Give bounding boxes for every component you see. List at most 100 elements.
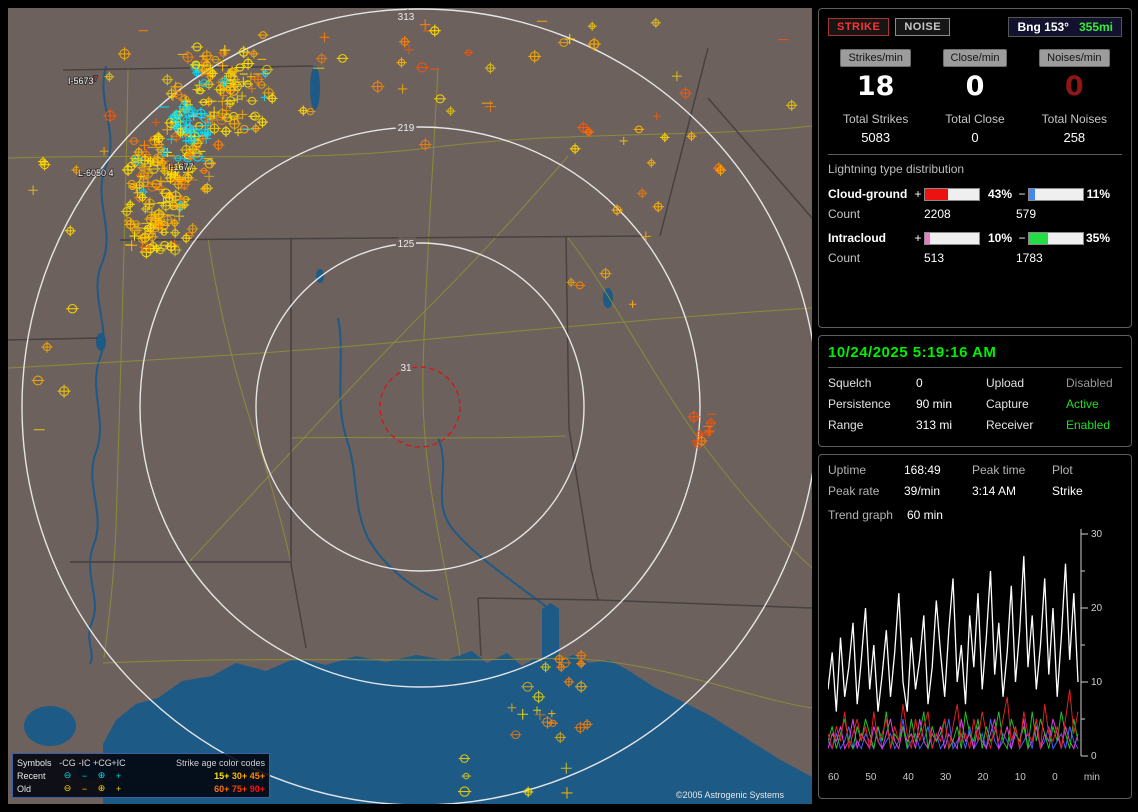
- minus-icon: −: [81, 770, 88, 781]
- ic-plus-count: 513: [924, 251, 945, 265]
- squelch-label: Squelch: [828, 376, 872, 390]
- status-box: 10/24/2025 5:19:16 AM Squelch 0 Upload D…: [818, 335, 1132, 447]
- age-30: 30+: [231, 770, 248, 781]
- close-rate-column: Close/min 0 Total Close 0: [927, 49, 1022, 145]
- noises-per-min-value: 0: [1064, 71, 1084, 102]
- trend-graph-canvas: 0 10 20 30: [828, 526, 1120, 771]
- lightning-map[interactable]: 313 219 125 31 I-56737 L-6050 4 I-1677 Symbols…: [8, 8, 812, 804]
- upload-label: Upload: [986, 376, 1025, 390]
- cg-minus-count: 579: [1016, 207, 1037, 221]
- age-60: 60+: [214, 783, 230, 794]
- svg-text:0: 0: [1091, 751, 1097, 762]
- peak-time-value: 3:14 AM: [972, 484, 1017, 498]
- legend-recent-label: Recent: [17, 770, 46, 781]
- svg-text:L-6050 4: L-6050 4: [78, 168, 114, 178]
- cg-minus-pct: 11%: [1086, 187, 1110, 201]
- minus-sign: −: [1018, 231, 1026, 245]
- noises-per-min-label: Noises/min: [1039, 49, 1110, 67]
- noises-rate-column: Noises/min 0 Total Noises 258: [1027, 49, 1122, 145]
- plus-sign: +: [914, 187, 922, 201]
- uptime-label: Uptime: [828, 463, 867, 477]
- uptime-grid: Uptime 168:49 Peak time Plot Peak rate 3…: [828, 463, 1122, 498]
- divider: [828, 154, 1122, 155]
- legend-col--cg: -CG: [59, 757, 76, 768]
- legend-recent-row: Recent ⊖ − ⊕ + 15+ 30+ 45+: [17, 769, 265, 782]
- trend-graph: 0 10 20 30 60 50 40 30 20 10 0 min: [828, 526, 1122, 783]
- minus-icon: −: [81, 783, 88, 794]
- stats-box: STRIKE NOISE Bng 153° 355mi Strikes/min …: [818, 8, 1132, 328]
- svg-text:219: 219: [398, 123, 415, 134]
- bearing-readout: Bng 153° 355mi: [1008, 17, 1122, 37]
- copyright-text: ©2005 Astrogenic Systems: [675, 790, 784, 800]
- cloud-ground-row: Cloud-ground + 43% − 11%: [828, 184, 1122, 204]
- bearing-value: Bng 153°: [1017, 20, 1069, 34]
- minus-sign: −: [1018, 187, 1026, 201]
- age-75: 75+: [231, 783, 248, 794]
- strikes-per-min-value: 18: [856, 71, 895, 102]
- svg-text:I-1677: I-1677: [168, 162, 194, 172]
- trend-graph-header: Trend graph 60 min: [828, 508, 1122, 522]
- receiver-label: Receiver: [986, 418, 1034, 432]
- circle-minus-icon: ⊖: [63, 783, 72, 793]
- total-noises-value: 258: [1063, 130, 1086, 145]
- count-label: Count: [828, 207, 861, 221]
- cg-plus-bar: [924, 187, 980, 201]
- count-label: Count: [828, 251, 861, 265]
- upload-status: Disabled: [1066, 376, 1113, 390]
- strike-indicator-button[interactable]: STRIKE: [828, 18, 890, 36]
- legend-age-title: Strike age color codes: [175, 757, 265, 768]
- strikes-rate-column: Strikes/min 18 Total Strikes 5083: [828, 49, 923, 145]
- plot-value: Strike: [1052, 484, 1083, 498]
- total-strikes-value: 5083: [861, 130, 891, 145]
- squelch-value: 0: [916, 376, 923, 390]
- total-noises-label: Total Noises: [1041, 112, 1108, 126]
- ic-minus-count: 1783: [1016, 251, 1043, 265]
- legend-symbols-title: Symbols: [17, 757, 52, 768]
- divider: [828, 367, 1122, 368]
- strikes-per-min-label: Strikes/min: [840, 49, 911, 67]
- trend-box: Uptime 168:49 Peak time Plot Peak rate 3…: [818, 454, 1132, 799]
- range-label: Range: [828, 418, 864, 432]
- legend-col-+ic: +IC: [111, 757, 126, 768]
- cg-plus-count: 2208: [924, 207, 951, 221]
- circle-plus-icon: ⊕: [97, 783, 106, 793]
- datetime-display: 10/24/2025 5:19:16 AM: [828, 344, 997, 361]
- plus-sign: +: [914, 231, 922, 245]
- total-strikes-label: Total Strikes: [842, 112, 909, 126]
- intracloud-count-row: Count 513 1783: [828, 248, 1122, 268]
- age-90: 90+: [249, 783, 265, 794]
- strike-legend: Symbols -CG -IC +CG +IC Strike age color…: [12, 753, 270, 798]
- map-canvas[interactable]: 313 219 125 31 I-56737 L-6050 4 I-1677: [8, 8, 812, 804]
- legend-col--ic: -IC: [78, 757, 91, 768]
- legend-old-row: Old ⊖ − ⊕ + 60+ 75+ 90+: [17, 782, 265, 795]
- cg-plus-pct: 43%: [987, 187, 1012, 201]
- plus-icon: +: [115, 783, 122, 794]
- ic-minus-pct: 35%: [1085, 231, 1110, 245]
- age-15: 15+: [214, 770, 230, 781]
- close-per-min-label: Close/min: [942, 49, 1008, 67]
- bearing-range-value: 355mi: [1078, 20, 1113, 34]
- capture-label: Capture: [986, 397, 1029, 411]
- cg-minus-bar: [1028, 187, 1084, 201]
- legend-col-+cg: +CG: [93, 757, 112, 768]
- total-close-label: Total Close: [945, 112, 1005, 126]
- age-45: 45+: [249, 770, 265, 781]
- svg-text:10: 10: [1091, 677, 1103, 688]
- noise-indicator-button[interactable]: NOISE: [895, 18, 951, 36]
- rate-counters: Strikes/min 18 Total Strikes 5083 Close/…: [828, 49, 1122, 145]
- ic-minus-bar: [1028, 231, 1084, 245]
- persistence-label: Persistence: [828, 397, 891, 411]
- persistence-value: 90 min: [916, 397, 953, 411]
- capture-status: Active: [1066, 397, 1099, 411]
- plot-label: Plot: [1052, 463, 1073, 477]
- close-per-min-value: 0: [965, 71, 985, 102]
- range-value: 313 mi: [916, 418, 953, 432]
- svg-text:I-56737: I-56737: [68, 76, 98, 86]
- uptime-value: 168:49: [904, 463, 941, 477]
- ic-plus-pct: 10%: [987, 231, 1012, 245]
- legend-old-label: Old: [17, 783, 32, 794]
- legend-header-row: Symbols -CG -IC +CG +IC Strike age color…: [17, 756, 265, 769]
- svg-text:30: 30: [1091, 529, 1103, 540]
- cloud-ground-label: Cloud-ground: [828, 187, 908, 201]
- plus-icon: +: [115, 770, 122, 781]
